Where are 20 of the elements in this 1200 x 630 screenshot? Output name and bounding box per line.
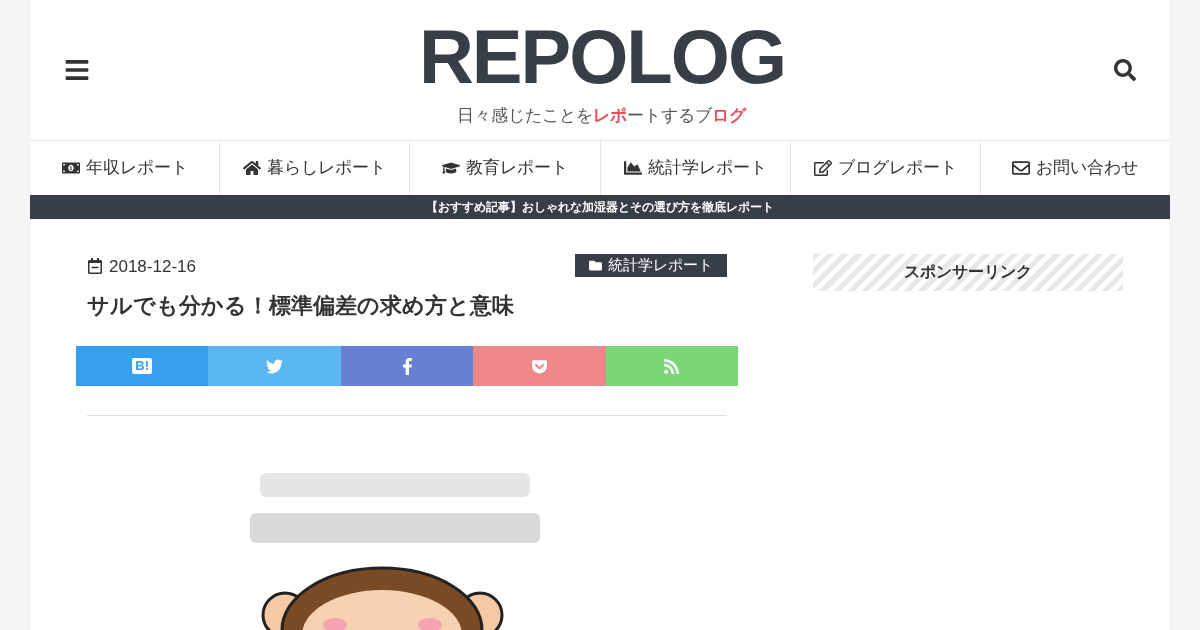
share-button[interactable] [473, 346, 606, 386]
share-button[interactable] [208, 346, 341, 386]
area-chart-icon [623, 159, 642, 178]
share-button[interactable] [340, 346, 474, 386]
folder-icon [589, 258, 602, 272]
search-icon[interactable] [1114, 59, 1136, 82]
calendar-icon [87, 258, 103, 275]
article-title: サルでも分かる！標準偏差の求め方と意味 [86, 292, 515, 320]
home-icon [243, 159, 262, 178]
site-logo[interactable]: REPOLOG [418, 17, 785, 98]
rss-icon [663, 357, 681, 375]
envelope-icon [1012, 159, 1031, 178]
sidebar-heading: スポンサーリンク [813, 253, 1123, 291]
post-date: 2018-12-16 [109, 255, 196, 278]
share-button[interactable] [605, 346, 739, 386]
bird-icon [266, 357, 284, 375]
pocket-icon [530, 357, 548, 375]
category-label[interactable]: 統計学レポート [575, 253, 727, 277]
nav-item[interactable]: 年収レポート [30, 141, 220, 196]
site-tagline: 日々感じたことを レポートするブログ [457, 105, 747, 128]
